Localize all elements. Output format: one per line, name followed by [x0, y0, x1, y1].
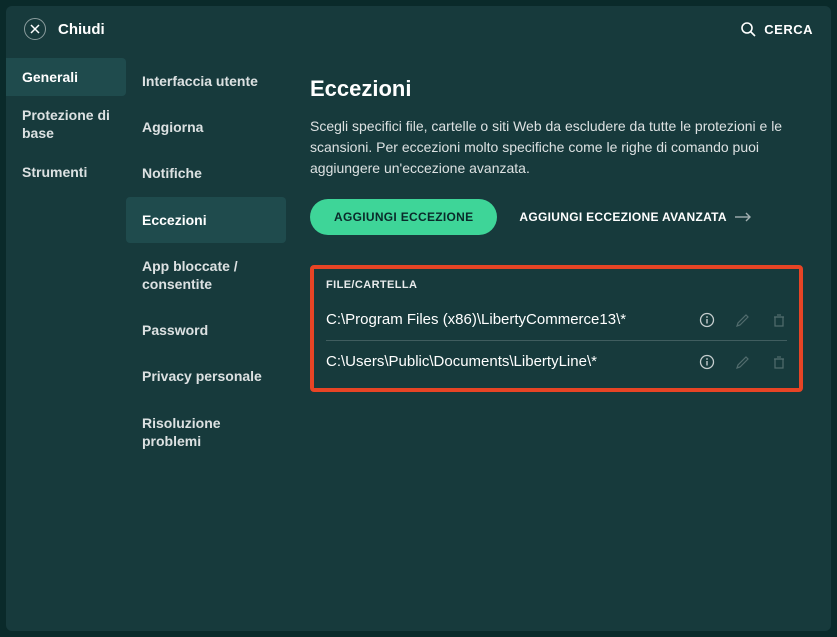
sidebar-item-app-bloccate[interactable]: App bloccate / consentite	[126, 243, 286, 307]
close-label: Chiudi	[58, 21, 105, 38]
exception-path: C:\Users\Public\Documents\LibertyLine\*	[326, 353, 699, 370]
add-exception-button[interactable]: AGGIUNGI ECCEZIONE	[310, 199, 497, 235]
sidebar-primary-item-strumenti[interactable]: Strumenti	[6, 153, 126, 191]
sidebar-item-label: Generali	[22, 69, 78, 85]
actions-row: AGGIUNGI ECCEZIONE AGGIUNGI ECCEZIONE AV…	[310, 199, 803, 235]
pencil-icon	[735, 312, 751, 328]
delete-button[interactable]	[771, 354, 787, 370]
close-icon	[30, 24, 40, 34]
sidebar-item-eccezioni[interactable]: Eccezioni	[126, 197, 286, 243]
sidebar-primary: Generali Protezione di base Strumenti	[6, 52, 126, 631]
sidebar-item-notifiche[interactable]: Notifiche	[126, 150, 286, 196]
sidebar-item-risoluzione[interactable]: Risoluzione problemi	[126, 400, 286, 464]
table-row: C:\Users\Public\Documents\LibertyLine\*	[326, 341, 787, 382]
search-label: CERCA	[764, 22, 813, 37]
body: Generali Protezione di base Strumenti In…	[6, 52, 831, 631]
titlebar: Chiudi CERCA	[6, 6, 831, 52]
add-advanced-exception-button[interactable]: AGGIUNGI ECCEZIONE AVANZATA	[519, 210, 752, 224]
close-button[interactable]	[24, 18, 46, 40]
sidebar-item-label: Password	[142, 322, 208, 338]
sidebar-item-label: Risoluzione problemi	[142, 415, 221, 449]
sidebar-item-label: Notifiche	[142, 165, 202, 181]
settings-window: Chiudi CERCA Generali Protezione di base…	[6, 6, 831, 631]
content-pane: Eccezioni Scegli specifici file, cartell…	[286, 52, 831, 631]
search-icon	[740, 21, 756, 37]
exception-path: C:\Program Files (x86)\LibertyCommerce13…	[326, 311, 699, 328]
trash-icon	[771, 312, 787, 328]
sidebar-item-label: Strumenti	[22, 164, 87, 180]
info-icon	[699, 354, 715, 370]
arrow-right-icon	[735, 212, 753, 222]
sidebar-item-interfaccia[interactable]: Interfaccia utente	[126, 58, 286, 104]
sidebar-item-privacy[interactable]: Privacy personale	[126, 353, 286, 399]
sidebar-item-label: Privacy personale	[142, 368, 262, 384]
trash-icon	[771, 354, 787, 370]
page-title: Eccezioni	[310, 76, 803, 102]
info-icon	[699, 312, 715, 328]
add-advanced-label: AGGIUNGI ECCEZIONE AVANZATA	[519, 210, 726, 224]
sidebar-primary-item-generali[interactable]: Generali	[6, 58, 126, 96]
row-actions	[699, 312, 787, 328]
edit-button[interactable]	[735, 312, 751, 328]
info-button[interactable]	[699, 312, 715, 328]
search-button[interactable]: CERCA	[740, 21, 813, 37]
list-header: FILE/CARTELLA	[326, 279, 787, 291]
row-actions	[699, 354, 787, 370]
sidebar-secondary: Interfaccia utente Aggiorna Notifiche Ec…	[126, 52, 286, 631]
table-row: C:\Program Files (x86)\LibertyCommerce13…	[326, 299, 787, 341]
edit-button[interactable]	[735, 354, 751, 370]
delete-button[interactable]	[771, 312, 787, 328]
sidebar-primary-item-protezione[interactable]: Protezione di base	[6, 96, 126, 152]
exceptions-list-highlight: FILE/CARTELLA C:\Program Files (x86)\Lib…	[310, 265, 803, 392]
titlebar-left: Chiudi	[24, 18, 105, 40]
sidebar-item-label: Eccezioni	[142, 212, 207, 228]
pencil-icon	[735, 354, 751, 370]
sidebar-item-label: Protezione di base	[22, 107, 110, 141]
sidebar-item-label: Interfaccia utente	[142, 73, 258, 89]
sidebar-item-password[interactable]: Password	[126, 307, 286, 353]
sidebar-item-aggiorna[interactable]: Aggiorna	[126, 104, 286, 150]
page-description: Scegli specifici file, cartelle o siti W…	[310, 116, 803, 179]
info-button[interactable]	[699, 354, 715, 370]
sidebar-item-label: Aggiorna	[142, 119, 203, 135]
sidebar-item-label: App bloccate / consentite	[142, 258, 238, 292]
